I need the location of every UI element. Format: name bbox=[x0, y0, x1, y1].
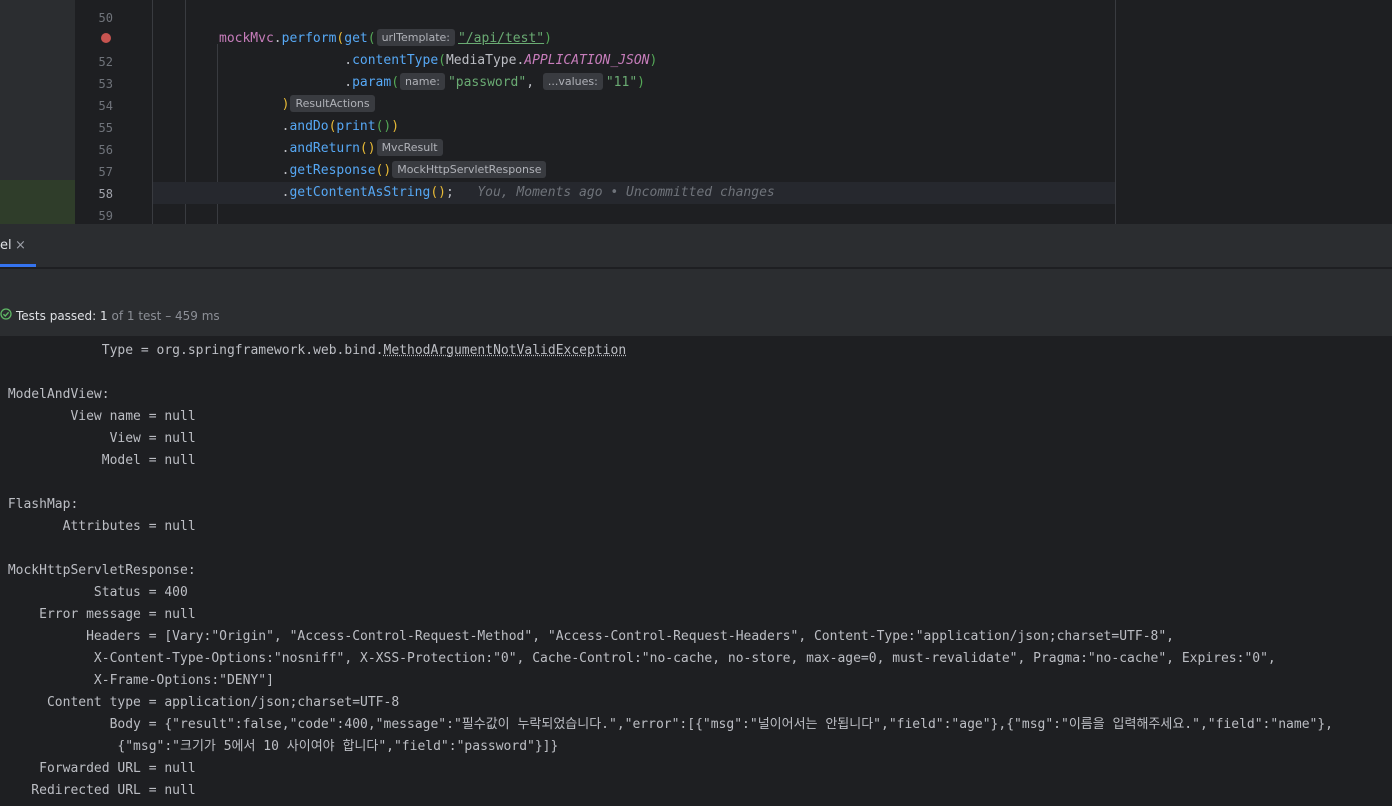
method-token: perform bbox=[281, 31, 337, 46]
console-line: FlashMap: bbox=[0, 497, 79, 512]
line-number: 55 bbox=[98, 121, 113, 135]
console-text: Type = org.springframework.web.bind. bbox=[0, 343, 384, 358]
code-line[interactable]: ) ResultActions bbox=[219, 94, 378, 116]
class-token: MediaType bbox=[445, 53, 517, 68]
type-hint: MvcResult bbox=[376, 139, 443, 156]
test-summary: Tests passed: 1 of 1 test – 459 ms bbox=[16, 309, 220, 323]
method-token: contentType bbox=[352, 53, 439, 68]
console-line: {"msg":"크기가 5에서 10 사이여야 합니다","field":"pa… bbox=[0, 739, 559, 754]
console-line: MockHttpServletResponse: bbox=[0, 563, 196, 578]
param-hint: ...values: bbox=[542, 73, 603, 90]
code-line[interactable]: .getContentAsString(); You, Moments ago … bbox=[219, 182, 775, 204]
run-toolbar bbox=[0, 268, 1392, 303]
param-hint: urlTemplate: bbox=[376, 29, 456, 46]
console-line: Status = 400 bbox=[0, 585, 188, 600]
passed-label: Tests passed: bbox=[16, 309, 97, 323]
console-line: Model = null bbox=[0, 453, 196, 468]
type-hint: ResultActions bbox=[290, 95, 375, 112]
console-output[interactable]: Type = org.springframework.web.bind.Meth… bbox=[0, 337, 1392, 806]
type-hint: MockHttpServletResponse bbox=[392, 161, 547, 178]
breakpoint-icon[interactable] bbox=[101, 33, 111, 43]
console-line: Forwarded URL = null bbox=[0, 761, 196, 776]
console-line: X-Frame-Options:"DENY"] bbox=[0, 673, 274, 688]
console-line: X-Content-Type-Options:"nosniff", X-XSS-… bbox=[0, 651, 1276, 666]
string-token: "password" bbox=[447, 75, 527, 90]
close-icon[interactable]: × bbox=[15, 238, 26, 253]
code-editor[interactable]: 50 52 53 54 55 56 57 58 59 mockMvc.perfo… bbox=[0, 0, 1392, 224]
method-token: andReturn bbox=[289, 141, 360, 156]
constant-token: APPLICATION_JSON bbox=[524, 53, 650, 68]
check-circle-icon bbox=[0, 308, 12, 320]
line-number: 59 bbox=[98, 209, 113, 223]
passed-count: 1 bbox=[100, 309, 108, 323]
console-line: Content type = application/json;charset=… bbox=[0, 695, 400, 710]
code-line[interactable]: .param(name: "password", ...values: "11") bbox=[219, 72, 645, 94]
method-token: param bbox=[352, 75, 392, 90]
line-number: 50 bbox=[98, 11, 113, 25]
changed-lines-marker bbox=[0, 180, 75, 224]
method-token: andDo bbox=[289, 119, 329, 134]
code-line[interactable]: .getResponse() MockHttpServletResponse bbox=[219, 160, 549, 182]
console-line: Attributes = null bbox=[0, 519, 196, 534]
string-token: "/api/test" bbox=[458, 31, 545, 46]
tool-window-tab-bar bbox=[0, 224, 1392, 267]
field-token: mockMvc bbox=[219, 31, 274, 46]
right-margin-guide bbox=[1115, 0, 1116, 224]
line-number: 53 bbox=[98, 77, 113, 91]
console-line: View = null bbox=[0, 431, 196, 446]
method-token: print bbox=[336, 119, 376, 134]
console-line: Error message = null bbox=[0, 607, 196, 622]
method-token: get bbox=[344, 31, 368, 46]
line-number: 56 bbox=[98, 143, 113, 157]
console-line: View name = null bbox=[0, 409, 196, 424]
code-line[interactable]: .contentType(MediaType.APPLICATION_JSON) bbox=[219, 50, 657, 72]
line-number: 57 bbox=[98, 165, 113, 179]
console-line: ModelAndView: bbox=[0, 387, 110, 402]
method-token: getResponse bbox=[289, 163, 376, 178]
console-line: Body = {"result":false,"code":400,"messa… bbox=[0, 717, 1333, 732]
code-line[interactable]: .andReturn() MvcResult bbox=[219, 138, 446, 160]
exception-class-link[interactable]: MethodArgumentNotValidException bbox=[384, 343, 627, 358]
line-number: 54 bbox=[98, 99, 113, 113]
console-line: Headers = [Vary:"Origin", "Access-Contro… bbox=[0, 629, 1174, 644]
method-token: getContentAsString bbox=[289, 185, 431, 200]
git-blame-annotation: You, Moments ago • Uncommitted changes bbox=[477, 185, 775, 200]
console-line: Redirected URL = null bbox=[0, 783, 196, 798]
check-circle-ring bbox=[0, 308, 12, 320]
line-number: 52 bbox=[98, 55, 113, 69]
run-tab-label[interactable]: el bbox=[0, 238, 12, 253]
string-token: "11" bbox=[605, 75, 638, 90]
code-line[interactable]: mockMvc.perform(get(urlTemplate: "/api/te… bbox=[219, 28, 552, 50]
line-number: 58 bbox=[98, 187, 113, 201]
test-duration: of 1 test – 459 ms bbox=[111, 309, 220, 323]
check-mark bbox=[2, 311, 10, 318]
param-hint: name: bbox=[400, 73, 445, 90]
console-line: Type = org.springframework.web.bind.Meth… bbox=[0, 340, 626, 362]
active-tab-indicator bbox=[0, 264, 36, 267]
code-line[interactable]: .andDo(print()) bbox=[219, 116, 399, 138]
